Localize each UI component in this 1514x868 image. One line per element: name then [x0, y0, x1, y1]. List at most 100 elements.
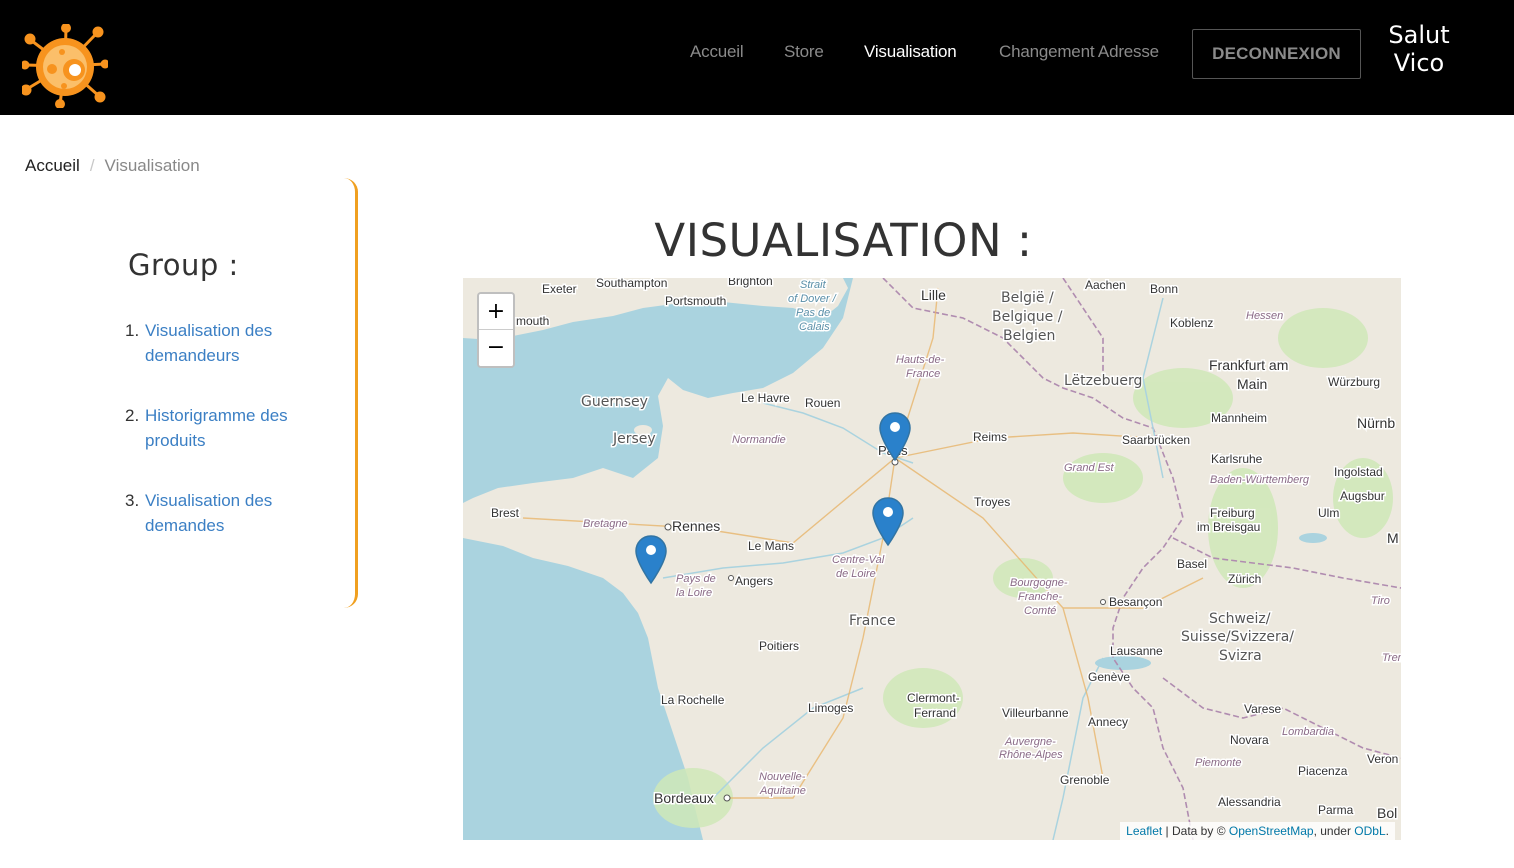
map-label: Mannheim: [1211, 411, 1267, 425]
zoom-in-button[interactable]: +: [479, 294, 513, 330]
map-label: Brighton: [728, 278, 773, 288]
map-label: Basel: [1177, 557, 1207, 571]
sidebar-link-visualisation-demandes[interactable]: Visualisation des demandes: [145, 491, 272, 535]
attribution-text: .: [1385, 824, 1389, 838]
map-label: Aachen: [1085, 278, 1126, 292]
map-label: Hessen: [1246, 310, 1283, 322]
map-label: Lëtzebuerg: [1064, 373, 1142, 389]
map-label: Limoges: [808, 701, 853, 715]
zoom-out-button[interactable]: −: [479, 330, 513, 366]
map-label: Rennes: [672, 518, 720, 534]
greeting-username: Vico: [1393, 49, 1445, 77]
map-label: de Loire: [836, 568, 876, 580]
map-label: Augsbur: [1340, 489, 1385, 503]
map-lake-constance: [1299, 533, 1327, 543]
sidebar-item-number: 2.: [125, 406, 140, 425]
map-label: Würzburg: [1328, 375, 1380, 389]
map-label: Clermont-: [907, 691, 960, 705]
map-label: Lausanne: [1110, 644, 1163, 658]
map-label: Grenoble: [1060, 773, 1110, 787]
map-label: België /: [1001, 290, 1054, 306]
nav-store[interactable]: Store: [784, 42, 824, 62]
map-label: Franche-: [1018, 591, 1062, 603]
map-label: Rhône-Alpes: [999, 749, 1063, 761]
map-label: France: [906, 368, 940, 380]
nav-visualisation[interactable]: Visualisation: [864, 42, 957, 62]
map-basemap[interactable]: Exeter Southampton Brighton Portsmouth m…: [463, 278, 1401, 840]
user-greeting: Salut Vico: [1380, 21, 1458, 77]
top-navbar: Accueil Store Visualisation Changement A…: [0, 0, 1514, 115]
map-label: Bol: [1377, 805, 1397, 821]
map-label: Tiro: [1371, 595, 1390, 607]
map-label: Varese: [1244, 702, 1281, 716]
map-label: Nouvelle-: [759, 771, 806, 783]
map-label: Le Mans: [748, 539, 794, 553]
map-label: Main: [1237, 376, 1267, 392]
map-label: Frankfurt am: [1209, 357, 1288, 373]
sidebar-link-historigramme-produits[interactable]: Historigramme des produits: [145, 406, 288, 450]
sidebar-item-number: 1.: [125, 321, 140, 340]
map-label: Comté: [1024, 605, 1056, 617]
map-label: Reims: [973, 430, 1007, 444]
map-label: Lille: [921, 287, 946, 303]
map-label: Saarbrücken: [1122, 433, 1190, 447]
map-label: Strait: [800, 279, 827, 291]
map-label: Genève: [1088, 670, 1130, 684]
attribution-text: | Data by ©: [1165, 824, 1226, 838]
map-label: Karlsruhe: [1211, 452, 1263, 466]
map-label: Pas de: [796, 307, 830, 319]
map-label: Novara: [1230, 733, 1269, 747]
map-label: Troyes: [974, 495, 1010, 509]
map-label: im Breisgau: [1197, 520, 1260, 534]
breadcrumb-current: Visualisation: [104, 156, 200, 175]
map-label: Bretagne: [583, 518, 628, 530]
map-label: Schweiz/: [1209, 611, 1271, 627]
map-label: Bonn: [1150, 282, 1178, 296]
sidebar-accent-border: [330, 178, 358, 608]
map-label: Piacenza: [1298, 764, 1348, 778]
map-lake-geneva: [1095, 656, 1151, 670]
map-label: Annecy: [1088, 715, 1128, 729]
map-marker-icon[interactable]: [635, 535, 667, 585]
map-label: Jersey: [612, 431, 656, 447]
sidebar-title: Group :: [128, 248, 239, 282]
map-label: Belgique /: [992, 309, 1063, 325]
greeting-salut: Salut: [1388, 21, 1450, 49]
map-marker-icon[interactable]: [879, 412, 911, 462]
map-label: M: [1387, 530, 1399, 546]
map-label: Ferrand: [914, 706, 956, 720]
map-label: Aquitaine: [759, 785, 806, 797]
map-label: Hauts-de-: [896, 354, 945, 366]
map-label: Angers: [735, 574, 773, 588]
odbl-link[interactable]: ODbL: [1354, 824, 1385, 838]
map-label: Brest: [491, 506, 520, 520]
sidebar-link-visualisation-demandeurs[interactable]: Visualisation des demandeurs: [145, 321, 272, 365]
map-label: of Dover /: [788, 293, 837, 305]
sidebar-list: 1. Visualisation des demandeurs 2. Histo…: [125, 318, 320, 573]
map-label: mouth: [516, 314, 549, 328]
openstreetmap-link[interactable]: OpenStreetMap: [1229, 824, 1314, 838]
leaflet-map[interactable]: Exeter Southampton Brighton Portsmouth m…: [463, 278, 1401, 840]
map-label: Pays de: [676, 573, 716, 585]
map-label: Guernsey: [581, 394, 648, 410]
map-label: Calais: [799, 321, 830, 333]
map-marker-icon[interactable]: [872, 497, 904, 547]
breadcrumb-home-link[interactable]: Accueil: [25, 156, 80, 175]
map-label: Rouen: [805, 396, 840, 410]
virus-logo-icon[interactable]: [22, 24, 108, 108]
map-label: Veron: [1367, 752, 1398, 766]
map-label: Poitiers: [759, 639, 799, 653]
nav-changement-adresse[interactable]: Changement Adresse: [999, 42, 1159, 62]
leaflet-link[interactable]: Leaflet: [1126, 824, 1162, 838]
breadcrumb-separator: /: [89, 156, 95, 175]
map-label: Trent: [1382, 652, 1401, 664]
map-label: Besançon: [1109, 595, 1162, 609]
logout-button[interactable]: DECONNEXION: [1192, 29, 1361, 79]
sidebar-item-historigramme-produits: 2. Historigramme des produits: [125, 403, 320, 453]
sidebar-item-visualisation-demandes: 3. Visualisation des demandes: [125, 488, 320, 538]
map-label: Portsmouth: [665, 294, 726, 308]
map-label: Auvergne-: [1004, 736, 1056, 748]
map-label: Villeurbanne: [1002, 706, 1069, 720]
map-label: Alessandria: [1218, 795, 1281, 809]
nav-accueil[interactable]: Accueil: [690, 42, 744, 62]
